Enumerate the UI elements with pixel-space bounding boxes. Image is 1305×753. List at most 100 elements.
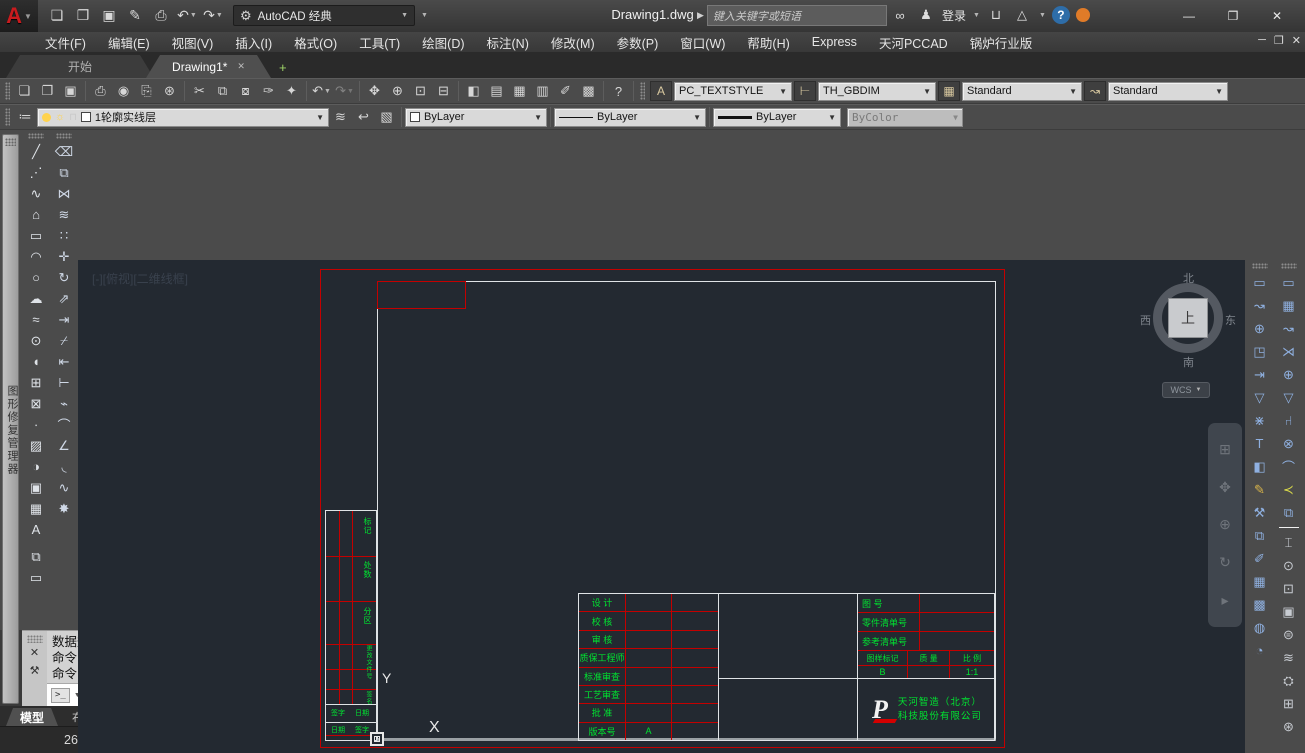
blend-curves-tool[interactable]: ∿	[52, 477, 76, 498]
pccad-tools-tool[interactable]: ⚒	[1247, 501, 1272, 524]
part-bearing-tool[interactable]: ▣	[1276, 600, 1301, 623]
region-tool[interactable]: ▣	[24, 477, 48, 498]
part-nut-tool[interactable]: ⊙	[1276, 554, 1301, 577]
chevron-down-icon[interactable]: ▼	[1039, 12, 1046, 19]
toolbar-grip[interactable]	[28, 133, 44, 139]
part-shaft-tool[interactable]: ⊜	[1276, 623, 1301, 646]
hatch-tool[interactable]: ▨	[24, 435, 48, 456]
line-tool[interactable]: ╱	[24, 141, 48, 162]
plot-button[interactable]: ⎙	[150, 4, 172, 26]
viewcube-west-label[interactable]: 西	[1140, 312, 1151, 328]
tool-palettes-button[interactable]: ▦	[508, 81, 531, 102]
zoom-window-button[interactable]: ⊡	[409, 81, 432, 102]
layer-states-button[interactable]: ▧	[375, 107, 398, 128]
properties-palette-button[interactable]: ◧	[462, 81, 485, 102]
chamfer-tool[interactable]: ∠	[52, 435, 76, 456]
pccad-copy-tool[interactable]: ⧉	[1247, 524, 1272, 547]
pccad-balloon-tool[interactable]: ⑁	[1276, 409, 1301, 432]
layer-previous-button[interactable]: ↩	[352, 107, 375, 128]
pccad-grid-tool[interactable]: ▩	[1247, 593, 1272, 616]
new-button[interactable]: ❏	[13, 81, 36, 102]
pccad-copy2-tool[interactable]: ⧉	[1276, 501, 1301, 524]
make-object-layer-current-button[interactable]: ≋	[329, 107, 352, 128]
color-select[interactable]: ByLayer▼	[405, 108, 547, 127]
viewcube-east-label[interactable]: 东	[1225, 312, 1236, 328]
pccad-leader-tool[interactable]: ↝	[1247, 294, 1272, 317]
toolbar-grip[interactable]	[56, 133, 72, 139]
menu-item-9[interactable]: 修改(M)	[540, 33, 606, 52]
pccad-tol-tool[interactable]: ▽	[1276, 386, 1301, 409]
pccad-render-tool[interactable]: ◍	[1247, 616, 1272, 639]
undo-button[interactable]: ↶▼	[310, 81, 333, 102]
cut-button[interactable]: ✂	[188, 81, 211, 102]
save-button[interactable]: ▣	[59, 81, 82, 102]
break-tool[interactable]: ⌁	[52, 393, 76, 414]
command-prompt-chip[interactable]: >_	[51, 688, 70, 703]
toolbar-grip[interactable]	[5, 82, 10, 100]
viewcube-north-label[interactable]: 北	[1183, 270, 1194, 286]
sheet-set-manager-button[interactable]: ▥	[531, 81, 554, 102]
part-washer-tool[interactable]: ⊡	[1276, 577, 1301, 600]
viewcube-south-label[interactable]: 南	[1183, 354, 1194, 370]
rectangle-tool[interactable]: ▭	[24, 225, 48, 246]
part-valve-tool[interactable]: ⊛	[1276, 715, 1301, 738]
arc-tool[interactable]: ◠	[24, 246, 48, 267]
erase-tool[interactable]: ⌫	[52, 141, 76, 162]
pccad-annotate-tool[interactable]: ✎	[1247, 478, 1272, 501]
qsave-button[interactable]: ▣	[98, 4, 120, 26]
pccad-update-tool[interactable]: ◳	[1247, 340, 1272, 363]
wcs-dropdown[interactable]: WCS ▼	[1162, 382, 1210, 398]
pccad-edit-tool[interactable]: ◧	[1247, 455, 1272, 478]
search-input[interactable]: 键入关键字或短语	[707, 5, 887, 26]
tab-drawing1[interactable]: Drawing1* ✕	[146, 55, 271, 78]
menu-item-15[interactable]: 锅炉行业版	[959, 33, 1044, 52]
quick-select-button[interactable]: ✦	[280, 81, 303, 102]
menu-item-7[interactable]: 绘图(D)	[411, 33, 475, 52]
menu-item-5[interactable]: 格式(O)	[283, 33, 348, 52]
part-flange-tool[interactable]: ⊞	[1276, 692, 1301, 715]
pccad-datum-tool[interactable]: ▽	[1247, 386, 1272, 409]
help-icon[interactable]: ?	[1052, 6, 1070, 24]
linetype-select[interactable]: ByLayer▼	[554, 108, 706, 127]
rotate-tool[interactable]: ↻	[52, 267, 76, 288]
tab-close-icon[interactable]: ✕	[237, 61, 245, 72]
navigation-bar[interactable]: ⊞ ✥ ⊕ ↻ ▸	[1208, 423, 1242, 627]
table-tool[interactable]: ▦	[24, 498, 48, 519]
pccad-center-tool[interactable]: ⊕	[1247, 317, 1272, 340]
pccad-symbol-tool[interactable]: ⋊	[1276, 340, 1301, 363]
text-style-select[interactable]: PC_TEXTSTYLE▼	[674, 82, 792, 101]
menu-item-4[interactable]: 插入(I)	[224, 33, 283, 52]
part-bolt-tool[interactable]: ⌶	[1276, 531, 1301, 554]
save-as-button[interactable]: ✎	[124, 4, 146, 26]
viewcube[interactable]: 北 南 西 东 上	[1140, 270, 1236, 366]
close-icon[interactable]: ✕	[22, 645, 47, 661]
pccad-frame-tool[interactable]: ▭	[1247, 271, 1272, 294]
scale-tool[interactable]: ⇗	[52, 288, 76, 309]
tab-model[interactable]: 模型	[6, 708, 58, 726]
layer-properties-manager-button[interactable]: ≔	[13, 107, 37, 128]
polyline-tool[interactable]: ∿	[24, 183, 48, 204]
zoom-previous-button[interactable]: ⊟	[432, 81, 455, 102]
doc-minimize-button[interactable]: ─	[1258, 34, 1266, 47]
app-store-cart-icon[interactable]: ⊔	[986, 4, 1006, 26]
chevron-down-icon[interactable]: ▼	[973, 12, 980, 19]
zoom-realtime-button[interactable]: ⊕	[386, 81, 409, 102]
table-style-select[interactable]: Standard▼	[962, 82, 1082, 101]
toolbar-grip[interactable]	[1281, 263, 1297, 269]
menu-item-10[interactable]: 参数(P)	[606, 33, 670, 52]
gradient-tool[interactable]: ◑	[24, 456, 48, 477]
pccad-fillet2-tool[interactable]: ⌒	[1276, 455, 1301, 478]
pccad-tool-b[interactable]: ▭	[24, 567, 48, 588]
pccad-roughness-tool[interactable]: ⋇	[1247, 409, 1272, 432]
menu-item-1[interactable]: 文件(F)	[34, 33, 97, 52]
viewcube-top-face[interactable]: 上	[1168, 298, 1208, 338]
ellipse-arc-tool[interactable]: ◖	[24, 351, 48, 372]
pccad-center2-tool[interactable]: ⊗	[1276, 432, 1301, 455]
wrench-icon[interactable]: ⚒	[22, 663, 47, 679]
new-tab-button[interactable]: +	[279, 60, 287, 75]
markup-manager-button[interactable]: ✐	[554, 81, 577, 102]
stretch-tool[interactable]: ⇥	[52, 309, 76, 330]
trim-tool[interactable]: ⌿	[52, 330, 76, 351]
toolbar-grip[interactable]	[1252, 263, 1268, 269]
menu-item-8[interactable]: 标注(N)	[476, 33, 540, 52]
